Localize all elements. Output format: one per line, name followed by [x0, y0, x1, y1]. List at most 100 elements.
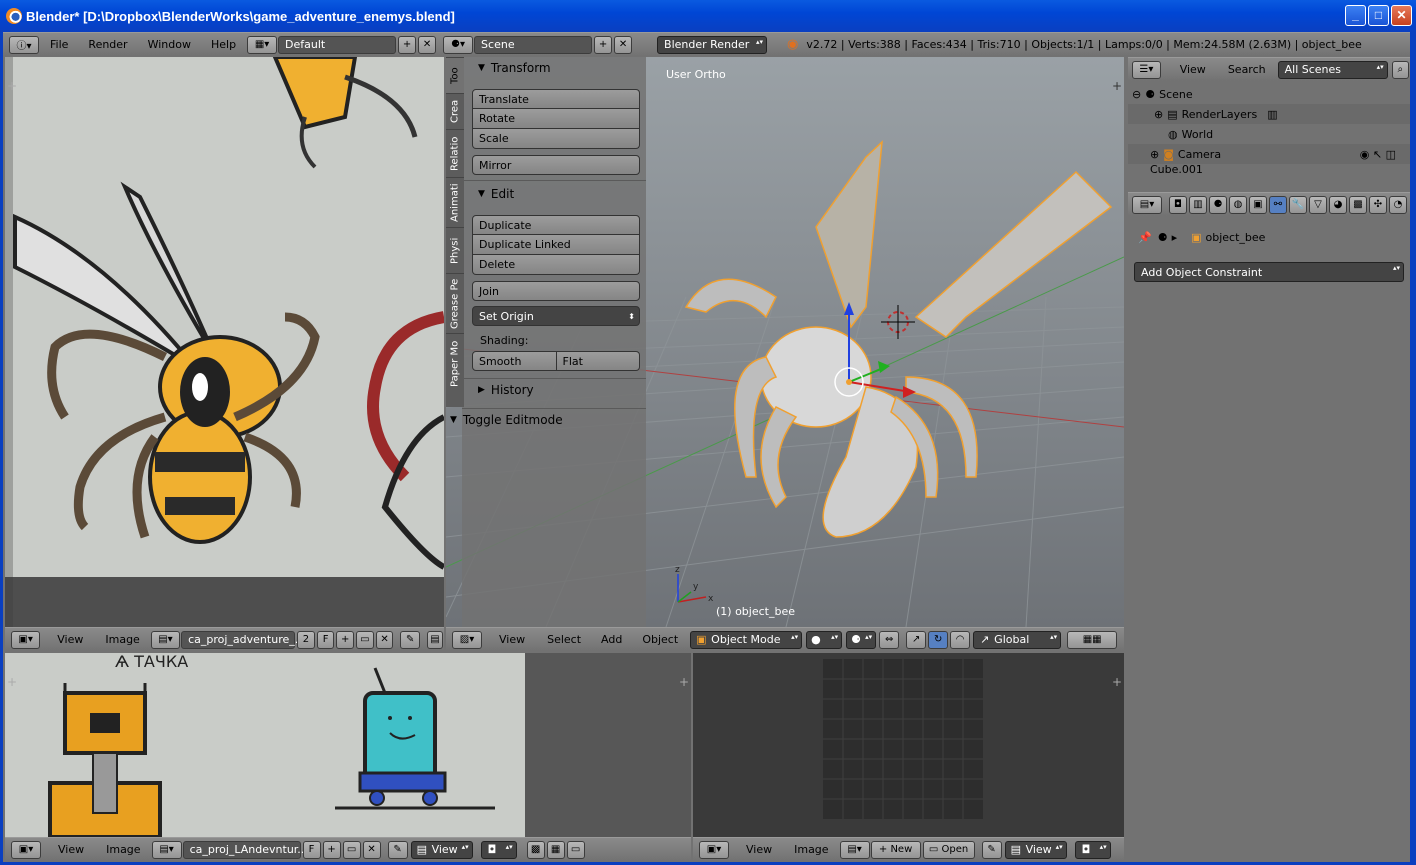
image-browse-button[interactable]: ▤▾	[150, 630, 181, 649]
toggle-editmode-panel-header[interactable]: ▼ Toggle Editmode	[450, 409, 646, 431]
image-open-icon[interactable]: ▭	[342, 840, 361, 859]
editor-type-image-button[interactable]: ▣▾	[699, 840, 729, 859]
texture-tab-icon[interactable]: ▩	[1349, 195, 1367, 214]
layout-browse-button[interactable]: ▦▾	[247, 35, 278, 54]
image-view-menu[interactable]: View	[41, 633, 95, 646]
image-browse-button[interactable]: ▤▾	[839, 840, 870, 859]
duplicate-button[interactable]: Duplicate	[472, 215, 640, 235]
scene-browse-button[interactable]: ⚈▾	[443, 35, 474, 54]
layout-name-field[interactable]: Default	[278, 35, 397, 54]
image-open-icon[interactable]: ▭	[356, 630, 374, 649]
outliner-row-scene[interactable]: ⊖ ⚈ Scene	[1128, 84, 1410, 104]
outliner-row-world[interactable]: ◍ World	[1128, 124, 1410, 144]
area-split-plus-icon[interactable]: +	[7, 675, 17, 689]
pin-icon[interactable]: 📌	[1138, 231, 1152, 244]
render-tab-icon[interactable]: ◘	[1169, 195, 1187, 214]
particles-tab-icon[interactable]: ✣	[1369, 195, 1387, 214]
image-overflow-icon[interactable]: ▤	[426, 630, 443, 649]
shading-mode-select[interactable]: ●	[806, 630, 843, 649]
maximize-button[interactable]: □	[1368, 5, 1389, 26]
image-pin-icon[interactable]: ✎	[400, 630, 420, 649]
area-properties-plus-icon[interactable]: +	[679, 675, 689, 689]
rotate-button[interactable]: Rotate	[472, 109, 640, 129]
render-engine-select[interactable]: Blender Render	[657, 35, 768, 54]
outliner-row-camera[interactable]: ⊕ ◙ Camera ◉ ↖ ◫	[1128, 144, 1410, 164]
world-tab-icon[interactable]: ◍	[1229, 195, 1247, 214]
modifiers-tab-icon[interactable]: 🔧	[1289, 195, 1307, 214]
draw-channels-icon[interactable]: ▩	[526, 840, 545, 859]
editor-type-info-button[interactable]: ⓘ▾	[9, 35, 39, 54]
data-tab-icon[interactable]: ▽	[1309, 195, 1327, 214]
set-origin-select[interactable]: Set Origin ⬍	[472, 306, 640, 326]
shade-smooth-button[interactable]: Smooth	[472, 351, 557, 371]
image-image-menu[interactable]: Image	[95, 633, 149, 646]
viewport-properties-plus-icon[interactable]: +	[1112, 79, 1122, 93]
close-button[interactable]: ✕	[1391, 5, 1412, 26]
image-pin-icon[interactable]: ✎	[981, 840, 1002, 859]
scene-tab-icon[interactable]: ⚈	[1209, 195, 1227, 214]
image-view-mode-select[interactable]: ▤ View	[410, 840, 473, 859]
scale-manipulator-icon[interactable]: ◠	[950, 630, 971, 649]
editor-type-outliner-button[interactable]: ☰▾	[1132, 60, 1161, 79]
image-name-field[interactable]: ca_proj_LAndevntur...	[182, 840, 308, 859]
material-tab-icon[interactable]: ◕	[1329, 195, 1347, 214]
menu-help[interactable]: Help	[201, 38, 246, 51]
constraints-tab-icon[interactable]: ⚯	[1269, 195, 1287, 214]
scene-add-icon[interactable]: +	[594, 35, 613, 54]
minimize-button[interactable]: _	[1345, 5, 1366, 26]
add-object-constraint-select[interactable]: Add Object Constraint	[1134, 262, 1404, 282]
layout-add-icon[interactable]: +	[398, 35, 417, 54]
image-name-field[interactable]: ca_proj_adventure_...	[181, 630, 305, 649]
transform-panel-header[interactable]: ▼ Transform	[462, 57, 646, 79]
scene-name-field[interactable]: Scene	[474, 35, 593, 54]
image-new-button[interactable]: + New	[870, 840, 921, 859]
object-tab-icon[interactable]: ▣	[1249, 195, 1267, 214]
pivot-point-select[interactable]: ⚈	[846, 630, 877, 649]
mirror-button[interactable]: Mirror	[472, 155, 640, 175]
outliner-row-renderlayers[interactable]: ⊕ ▤ RenderLayers ▥	[1128, 104, 1410, 124]
duplicate-linked-button[interactable]: Duplicate Linked	[472, 235, 640, 255]
viewport-select-menu[interactable]: Select	[537, 633, 591, 646]
outliner-search-icon[interactable]: ⌕	[1391, 60, 1409, 79]
manipulator-toggle-icon[interactable]: ⇔	[879, 630, 900, 649]
image-open-button[interactable]: ▭ Open	[922, 840, 975, 859]
mode-select[interactable]: ▣ Object Mode	[690, 630, 803, 649]
area-properties-plus-icon[interactable]: +	[1112, 675, 1122, 689]
editor-type-3d-button[interactable]: ▨▾	[452, 630, 482, 649]
image-image-menu[interactable]: Image	[96, 843, 150, 856]
image-pin-icon[interactable]: ✎	[387, 840, 408, 859]
viewport-view-menu[interactable]: View	[483, 633, 537, 646]
image-image-menu[interactable]: Image	[784, 843, 838, 856]
tab-paper-model[interactable]: Paper Mo	[446, 333, 464, 393]
tab-physics[interactable]: Physi	[446, 227, 464, 273]
area-split-plus-icon[interactable]: +	[7, 79, 17, 93]
scene-remove-icon[interactable]: ✕	[614, 35, 633, 54]
editor-type-image-button[interactable]: ▣▾	[11, 630, 41, 649]
scale-button[interactable]: Scale	[472, 129, 640, 149]
transform-orientation-select[interactable]: ↗ Global	[973, 630, 1062, 649]
editor-type-properties-button[interactable]: ▤▾	[1132, 195, 1162, 214]
tab-animation[interactable]: Animati	[446, 177, 464, 227]
translate-manipulator-icon[interactable]: ↗	[906, 630, 927, 649]
outliner-view-menu[interactable]: View	[1162, 63, 1218, 76]
tab-create[interactable]: Crea	[446, 93, 464, 129]
pivot-select[interactable]: ◘	[480, 840, 517, 859]
outliner-row-cube[interactable]: Cube.001	[1128, 164, 1410, 174]
visibility-eye-icon[interactable]: ◉ ↖ ◫	[1360, 148, 1396, 161]
outliner-display-mode-select[interactable]: All Scenes	[1277, 60, 1388, 79]
viewport-add-menu[interactable]: Add	[591, 633, 632, 646]
renderlayer-tab-icon[interactable]: ▥	[1189, 195, 1207, 214]
history-panel-header[interactable]: ▶ History	[462, 379, 646, 401]
rotate-manipulator-icon[interactable]: ↻	[928, 630, 949, 649]
image-browse-button[interactable]: ▤▾	[151, 840, 182, 859]
tab-grease-pencil[interactable]: Grease Pe	[446, 273, 464, 333]
image-users-count[interactable]: 2	[297, 630, 315, 649]
viewport-object-menu[interactable]: Object	[632, 633, 688, 646]
menu-render[interactable]: Render	[78, 38, 137, 51]
image-fake-user-toggle[interactable]: F	[302, 840, 321, 859]
shade-flat-button[interactable]: Flat	[556, 351, 640, 371]
image-editor-bottom-right-area[interactable]: +	[693, 653, 1124, 837]
image-view-menu[interactable]: View	[730, 843, 784, 856]
editor-type-image-button[interactable]: ▣▾	[11, 840, 41, 859]
image-new-icon[interactable]: +	[322, 840, 341, 859]
